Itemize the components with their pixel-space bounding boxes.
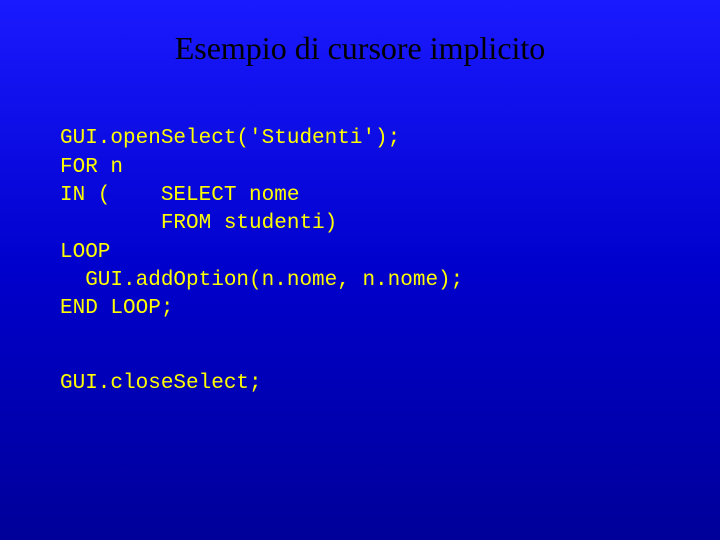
code-line: FOR n [60,156,123,179]
code-line: END LOOP; [60,297,173,320]
code-line: FROM studenti) [60,212,337,235]
slide-container: Esempio di cursore implicito GUI.openSel… [0,0,720,540]
code-line: LOOP [60,241,110,264]
code-line: GUI.addOption(n.nome, n.nome); [60,269,463,292]
slide-title: Esempio di cursore implicito [60,30,660,67]
code-block: GUI.openSelect('Studenti'); FOR n IN ( S… [60,97,660,427]
code-line: GUI.closeSelect; [60,372,262,395]
code-line: GUI.openSelect('Studenti'); [60,127,400,150]
code-spacer [60,324,660,342]
code-line: IN ( SELECT nome [60,184,299,207]
